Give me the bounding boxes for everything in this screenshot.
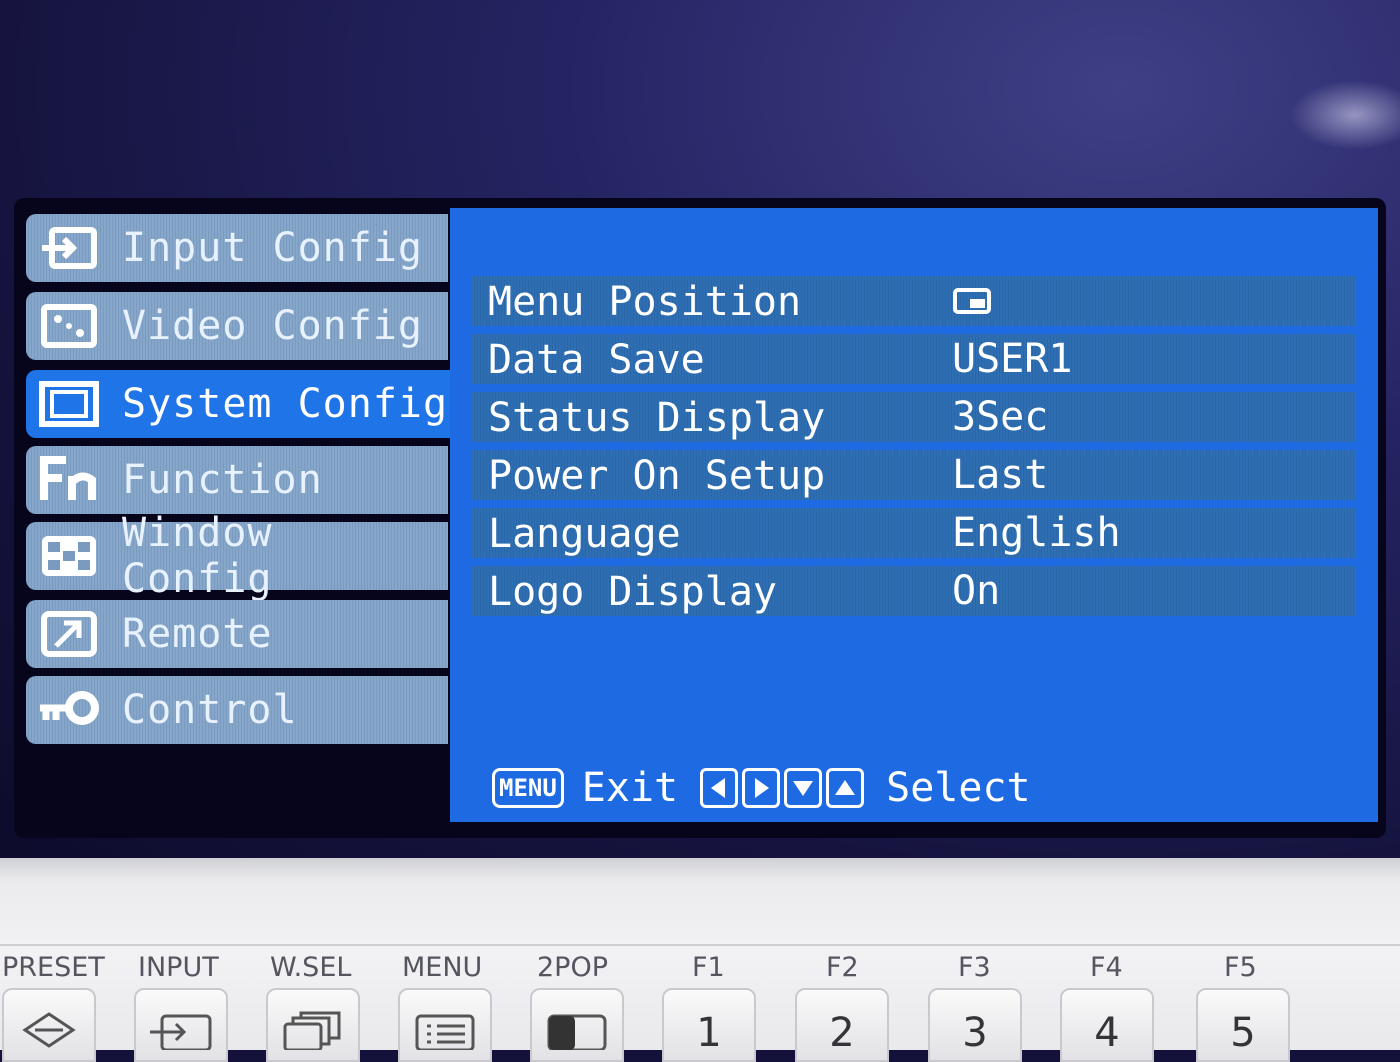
light-glare [1290,80,1400,150]
fn-icon [36,455,102,505]
arrow-up-icon [826,768,865,808]
hw-f2-button[interactable]: 2 [795,988,889,1062]
setting-row-power-on-setup[interactable]: Power On Setup Last [472,450,1356,500]
two-pop-icon [547,1014,607,1050]
system-config-icon [36,379,102,429]
hw-label-input: INPUT [138,952,219,983]
setting-row-status-display[interactable]: Status Display 3Sec [472,392,1356,442]
hw-label-menu: MENU [402,952,483,983]
nav-item-label: Remote [122,611,273,657]
hw-label-wsel: W.SEL [270,952,352,983]
hw-label-preset: PRESET [2,952,105,983]
nav-item-label: Window Config [121,510,273,602]
hw-preset-button[interactable] [2,988,96,1062]
bezel-divider [0,944,1400,946]
preset-icon [22,1012,76,1048]
menu-position-icon [953,288,991,314]
hw-menu-button[interactable] [398,988,492,1062]
hw-label-2pop: 2POP [537,952,608,983]
hw-f3-button[interactable]: 3 [928,988,1022,1062]
exit-label: Exit [581,765,679,811]
nav-item-video-config[interactable]: Video Config [26,292,448,360]
input-arrow-icon [36,223,102,273]
nav-item-label: Input Config [122,225,423,271]
nav-item-control[interactable]: Control [26,676,448,744]
arrow-right-icon [742,768,781,808]
control-key-icon [36,685,102,735]
setting-value: 3Sec [952,394,1049,440]
select-label: Select [886,765,1031,811]
hw-2pop-button[interactable] [530,988,624,1062]
arrow-left-icon [700,768,739,808]
nav-item-label: Function [122,457,323,503]
hw-label-f3: F3 [958,952,991,983]
setting-label: Status Display [488,395,826,441]
hw-label-f5: F5 [1224,952,1257,983]
arrow-keys [700,768,868,808]
setting-label: Menu Position [488,279,802,325]
setting-row-language[interactable]: Language English [472,508,1356,558]
window-select-icon [283,1011,341,1050]
nav-item-window-config[interactable]: Window Config [26,510,448,602]
setting-label: Power On Setup [488,453,826,499]
window-config-icon [36,531,102,581]
remote-arrow-icon [36,609,102,659]
setting-row-menu-position[interactable]: Menu Position [472,276,1356,326]
setting-value [952,279,992,323]
setting-label: Language [488,511,681,557]
nav-item-remote[interactable]: Remote [26,600,448,668]
setting-value: USER1 [952,336,1073,382]
setting-value: Last [952,452,1049,498]
nav-item-input-config[interactable]: Input Config [26,214,448,282]
input-icon [150,1014,212,1050]
nav-item-label: Video Config [122,303,423,349]
footer-hints: MENU Exit Select [492,764,1031,812]
hw-label-f1: F1 [692,952,725,983]
hw-f4-button[interactable]: 4 [1060,988,1154,1062]
hw-label-f4: F4 [1090,952,1123,983]
hw-f1-button[interactable]: 1 [662,988,756,1062]
nav-item-label: System Config [122,381,449,427]
nav-item-system-config[interactable]: System Config [26,370,458,438]
hw-input-button[interactable] [134,988,228,1062]
setting-value: English [952,510,1121,556]
menu-key-badge: MENU [492,768,564,808]
hw-label-f2: F2 [826,952,859,983]
setting-value: On [952,568,1001,614]
arrow-down-icon [784,768,823,808]
setting-row-logo-display[interactable]: Logo Display On [472,566,1356,616]
hw-f5-button[interactable]: 5 [1196,988,1290,1062]
setting-row-data-save[interactable]: Data Save USER1 [472,334,1356,384]
menu-list-icon [415,1014,475,1050]
setting-label: Logo Display [488,569,777,615]
hw-window-select-button[interactable] [266,988,360,1062]
nav-item-function[interactable]: Function [26,446,448,514]
video-config-icon [36,301,102,351]
nav-item-label: Control [122,687,298,733]
setting-label: Data Save [488,337,705,383]
